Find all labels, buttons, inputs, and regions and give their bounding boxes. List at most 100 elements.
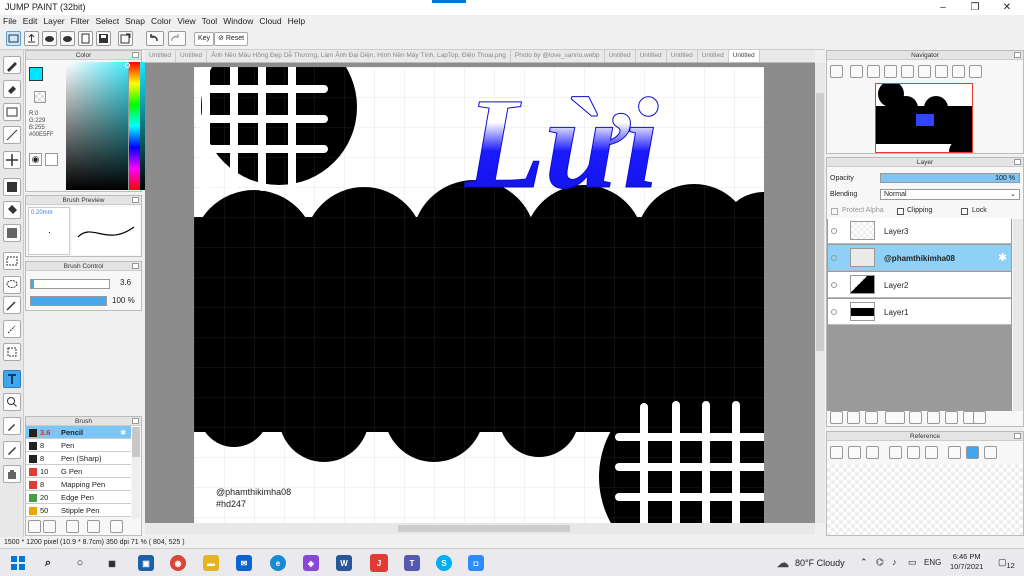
new-layer-8bit-button[interactable] bbox=[847, 411, 860, 424]
merge-layer-button[interactable] bbox=[945, 411, 958, 424]
layer-opacity-slider[interactable]: 100 % bbox=[880, 173, 1020, 183]
canvas-vertical-scrollbar[interactable] bbox=[815, 63, 825, 523]
eyedropper-tool[interactable] bbox=[3, 417, 21, 435]
tab-untitled[interactable]: Untitled bbox=[698, 50, 729, 62]
palette-icon[interactable]: ◉ bbox=[29, 153, 42, 166]
menu-edit[interactable]: Edit bbox=[20, 15, 41, 28]
duplicate-layer-button[interactable] bbox=[927, 411, 940, 424]
add-brush-button[interactable] bbox=[28, 520, 41, 533]
reference-open-icon[interactable] bbox=[848, 446, 861, 459]
layer-row[interactable]: Layer3 bbox=[828, 218, 1011, 244]
brush-item-mapping-pen[interactable]: 8 Mapping Pen bbox=[26, 478, 131, 491]
reference-cloud-icon[interactable] bbox=[830, 446, 843, 459]
line-tool[interactable] bbox=[3, 126, 21, 144]
brush-page-button[interactable] bbox=[66, 520, 79, 533]
select-eraser-tool[interactable] bbox=[3, 343, 21, 361]
task-view-icon[interactable]: ○ bbox=[72, 555, 88, 571]
reset-button[interactable]: ⊘ Reset bbox=[214, 32, 249, 46]
widgets-icon[interactable]: ▦ bbox=[104, 555, 120, 571]
tab-untitled[interactable]: Untitled bbox=[605, 50, 636, 62]
brush-tool[interactable] bbox=[3, 56, 21, 74]
reference-zoom-actual-icon[interactable] bbox=[907, 446, 920, 459]
brush-item-stipple-pen[interactable]: 50 Stipple Pen bbox=[26, 504, 131, 517]
tab-sanrio-photo[interactable]: Photo by @love_sanrio.webp bbox=[511, 50, 605, 62]
select-pen-tool[interactable] bbox=[3, 320, 21, 338]
pan-zoom-tool[interactable] bbox=[3, 393, 21, 411]
folder-icon[interactable]: ▬ bbox=[203, 555, 219, 571]
layer-visibility-icon[interactable] bbox=[831, 282, 837, 288]
reference-zoom-in-icon[interactable] bbox=[889, 446, 902, 459]
reference-close-icon[interactable] bbox=[866, 446, 879, 459]
layer-row-selected[interactable]: @phamthikimha08 ✱ bbox=[828, 245, 1011, 271]
menu-window[interactable]: Window bbox=[220, 15, 256, 28]
foreground-color-swatch[interactable] bbox=[29, 67, 43, 81]
menu-color[interactable]: Color bbox=[148, 15, 174, 28]
panel-float-icon[interactable] bbox=[1014, 159, 1021, 165]
reference-hand-icon[interactable] bbox=[966, 446, 979, 459]
tray-chevron-icon[interactable]: ⌃ bbox=[860, 557, 868, 568]
menu-cloud[interactable]: Cloud bbox=[256, 15, 284, 28]
magic-wand-tool[interactable] bbox=[3, 296, 21, 314]
tab-untitled[interactable]: Untitled bbox=[636, 50, 667, 62]
page-button[interactable] bbox=[78, 31, 93, 46]
skype-icon[interactable]: S bbox=[436, 555, 452, 571]
eraser-tool[interactable] bbox=[3, 80, 21, 98]
rect-tool[interactable] bbox=[3, 103, 21, 121]
close-button[interactable]: ✕ bbox=[992, 1, 1022, 14]
windows-start-icon[interactable] bbox=[10, 555, 26, 571]
layer-row[interactable]: Layer1 bbox=[828, 299, 1011, 325]
gradient-tool[interactable] bbox=[3, 224, 21, 242]
tab-untitled-active[interactable]: Untitled bbox=[728, 50, 760, 62]
brush-item-g-pen[interactable]: 10 G Pen bbox=[26, 465, 131, 478]
layer-visibility-icon[interactable] bbox=[831, 228, 837, 234]
gear-icon[interactable]: ✱ bbox=[998, 251, 1007, 264]
layer-menu-button[interactable] bbox=[885, 411, 905, 424]
word-icon[interactable]: W bbox=[336, 555, 352, 571]
panel-float-icon[interactable] bbox=[132, 197, 139, 203]
layer-folder-button[interactable] bbox=[909, 411, 922, 424]
brush-list-scrollbar[interactable] bbox=[132, 427, 140, 519]
brush-opacity-slider[interactable] bbox=[30, 296, 107, 306]
undo-button[interactable] bbox=[146, 31, 164, 46]
chrome-icon[interactable]: ◉ bbox=[170, 555, 186, 571]
maximize-button[interactable]: ❐ bbox=[960, 1, 990, 14]
scroll-thumb[interactable] bbox=[132, 427, 140, 457]
canvas-horizontal-scrollbar[interactable] bbox=[145, 523, 815, 534]
navigator-thumbnail[interactable] bbox=[875, 83, 973, 153]
lasso-tool[interactable] bbox=[3, 276, 21, 294]
store-icon[interactable]: ▣ bbox=[138, 555, 154, 571]
bucket-tool[interactable] bbox=[3, 201, 21, 219]
layer-visibility-icon[interactable] bbox=[831, 309, 837, 315]
cloud-save-button[interactable] bbox=[60, 31, 75, 46]
brush-item-pen-sharp[interactable]: 8 Pen (Sharp) bbox=[26, 452, 131, 465]
panel-float-icon[interactable] bbox=[132, 418, 139, 424]
text-tool[interactable] bbox=[3, 370, 21, 388]
upload-button[interactable] bbox=[24, 31, 39, 46]
protect-alpha-checkbox[interactable] bbox=[831, 208, 838, 215]
transparent-color-swatch[interactable] bbox=[34, 91, 46, 103]
volume-icon[interactable]: ♪ bbox=[892, 557, 897, 567]
tab-pink-wallpaper[interactable]: Ảnh Nền Màu Hồng Đẹp Dễ Thương, Làm Ảnh … bbox=[207, 50, 511, 62]
brush-item-pen[interactable]: 8 Pen bbox=[26, 439, 131, 452]
panel-float-icon[interactable] bbox=[1014, 52, 1021, 58]
menu-view[interactable]: View bbox=[174, 15, 198, 28]
brush-folder-button[interactable] bbox=[110, 520, 123, 533]
hand-tool[interactable] bbox=[3, 465, 21, 483]
menu-tool[interactable]: Tool bbox=[199, 15, 221, 28]
brush-item-edge-pen[interactable]: 20 Edge Pen bbox=[26, 491, 131, 504]
teams-icon[interactable]: T bbox=[404, 555, 420, 571]
panel-float-icon[interactable] bbox=[132, 52, 139, 58]
move-tool[interactable] bbox=[3, 151, 21, 169]
pen-tool[interactable] bbox=[3, 441, 21, 459]
mirror-icon[interactable] bbox=[969, 65, 982, 78]
messenger-icon[interactable]: ◈ bbox=[303, 555, 319, 571]
reference-area[interactable] bbox=[827, 464, 1023, 535]
layer-visibility-icon[interactable] bbox=[831, 255, 837, 261]
brush-size-slider[interactable] bbox=[30, 279, 110, 289]
clipping-checkbox[interactable] bbox=[897, 208, 904, 215]
reset-view-icon[interactable] bbox=[952, 65, 965, 78]
menu-file[interactable]: File bbox=[0, 15, 20, 28]
reference-eyedropper-icon[interactable] bbox=[948, 446, 961, 459]
zoom-actual-icon[interactable] bbox=[867, 65, 880, 78]
jump-paint-icon[interactable]: J bbox=[370, 554, 388, 572]
